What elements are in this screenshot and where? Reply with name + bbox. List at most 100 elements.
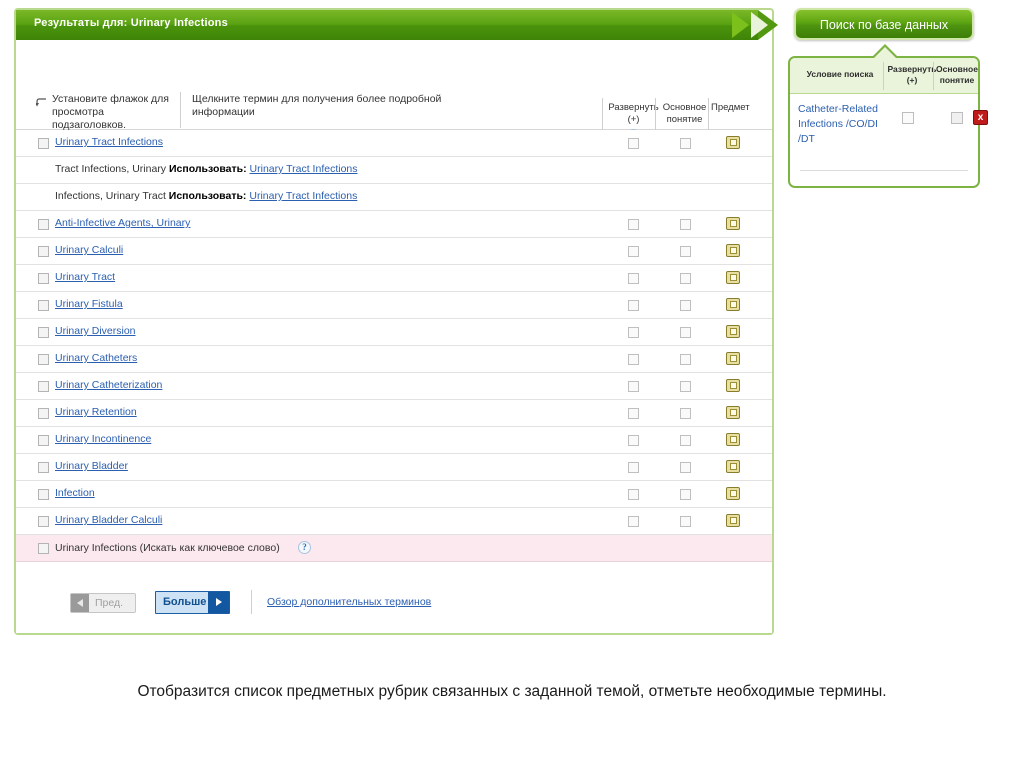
expand-checkbox[interactable] xyxy=(628,219,639,230)
scope-note-icon[interactable] xyxy=(726,352,740,365)
expand-checkbox[interactable] xyxy=(628,489,639,500)
scope-note-icon[interactable] xyxy=(726,271,740,284)
major-concept-checkbox[interactable] xyxy=(680,327,691,338)
term-link[interactable]: Urinary Fistula xyxy=(55,298,123,310)
row-checkbox[interactable] xyxy=(38,273,49,284)
term-link[interactable]: Urinary Catheterization xyxy=(55,379,162,391)
expand-checkbox[interactable] xyxy=(628,300,639,311)
term-link[interactable]: Urinary Incontinence xyxy=(55,433,151,445)
row-checkbox[interactable] xyxy=(38,246,49,257)
column-header-scope: Предмет xyxy=(711,102,750,113)
scope-note-icon[interactable] xyxy=(726,217,740,230)
row-checkbox[interactable] xyxy=(38,435,49,446)
scope-note-icon[interactable] xyxy=(726,433,740,446)
expand-column-header-label: Развернуть xyxy=(887,64,937,74)
row-checkbox[interactable] xyxy=(38,381,49,392)
scope-note-icon[interactable] xyxy=(726,487,740,500)
major-concept-checkbox[interactable] xyxy=(680,138,691,149)
expand-checkbox[interactable] xyxy=(628,516,639,527)
use-for-label: Использовать: xyxy=(168,163,247,175)
row-checkbox[interactable] xyxy=(38,138,49,149)
expand-checkbox[interactable] xyxy=(628,273,639,284)
scope-note-icon[interactable] xyxy=(726,406,740,419)
major-concept-checkbox[interactable] xyxy=(680,516,691,527)
term-link[interactable]: Anti-Infective Agents, Urinary xyxy=(55,217,190,229)
scope-note-icon[interactable] xyxy=(726,298,740,311)
column-header-expand-label: Развернуть xyxy=(608,102,659,113)
scope-note-icon[interactable] xyxy=(726,379,740,392)
expand-checkbox[interactable] xyxy=(628,381,639,392)
scope-note-icon[interactable] xyxy=(726,244,740,257)
row-checkbox[interactable] xyxy=(38,543,49,554)
callout-pointer-inner xyxy=(874,47,896,58)
scope-note-icon[interactable] xyxy=(726,325,740,338)
search-condition-header: Условие поиска Развернуть (+) Основное п… xyxy=(790,58,978,94)
condition-header-divider-1 xyxy=(883,62,884,90)
expand-checkbox[interactable] xyxy=(628,138,639,149)
condition-header-divider-2 xyxy=(933,62,934,90)
row-checkbox[interactable] xyxy=(38,354,49,365)
condition-expand-checkbox[interactable] xyxy=(902,112,914,124)
term-link[interactable]: Urinary Calculi xyxy=(55,244,123,256)
condition-bottom-divider xyxy=(800,170,968,171)
expand-checkbox[interactable] xyxy=(628,327,639,338)
term-link[interactable]: Urinary Catheters xyxy=(55,352,137,364)
expand-checkbox[interactable] xyxy=(628,246,639,257)
row-checkbox[interactable] xyxy=(38,462,49,473)
screenshot-root: Результаты для: Urinary Infections Устан… xyxy=(0,0,1024,767)
keyword-row-label: Urinary Infections (Искать как ключевое … xyxy=(55,542,280,554)
expand-checkbox[interactable] xyxy=(628,408,639,419)
major-concept-checkbox[interactable] xyxy=(680,246,691,257)
remove-condition-button[interactable]: x xyxy=(973,110,988,125)
use-for-link[interactable]: Urinary Tract Infections xyxy=(250,163,358,175)
use-for-text: Infections, Urinary Tract Использовать: … xyxy=(55,190,357,202)
use-for-row: Infections, Urinary Tract Использовать: … xyxy=(16,184,772,211)
major-column-header-label: Основное xyxy=(936,64,978,74)
major-concept-checkbox[interactable] xyxy=(680,462,691,473)
major-concept-checkbox[interactable] xyxy=(680,381,691,392)
expand-checkbox[interactable] xyxy=(628,435,639,446)
expand-checkbox[interactable] xyxy=(628,462,639,473)
major-concept-checkbox[interactable] xyxy=(680,489,691,500)
search-database-button[interactable]: Поиск по базе данных xyxy=(794,8,974,40)
major-concept-checkbox[interactable] xyxy=(680,435,691,446)
footer-divider xyxy=(251,590,252,614)
use-for-link[interactable]: Urinary Tract Infections xyxy=(249,190,357,202)
results-footer: Пред. Больше Обзор дополнительных термин… xyxy=(16,568,772,633)
term-link[interactable]: Urinary Bladder Calculi xyxy=(55,514,162,526)
major-concept-checkbox[interactable] xyxy=(680,219,691,230)
scope-note-icon[interactable] xyxy=(726,514,740,527)
row-checkbox[interactable] xyxy=(38,408,49,419)
term-link[interactable]: Urinary Retention xyxy=(55,406,137,418)
term-link[interactable]: Urinary Diversion xyxy=(55,325,136,337)
more-button[interactable]: Больше xyxy=(155,591,230,614)
table-row: Urinary Bladder xyxy=(16,454,772,481)
scope-note-icon[interactable] xyxy=(726,460,740,473)
major-concept-checkbox[interactable] xyxy=(680,273,691,284)
major-concept-checkbox[interactable] xyxy=(680,408,691,419)
keyword-help-icon[interactable]: ? xyxy=(298,541,311,554)
expand-column-header-sub: (+) xyxy=(906,75,918,85)
results-panel: Результаты для: Urinary Infections Устан… xyxy=(14,8,778,635)
expand-checkbox[interactable] xyxy=(628,354,639,365)
review-additional-terms-link[interactable]: Обзор дополнительных терминов xyxy=(267,596,431,608)
chevron-right-icon xyxy=(208,592,229,613)
previous-button[interactable]: Пред. xyxy=(70,593,136,613)
term-link[interactable]: Infection xyxy=(55,487,95,499)
term-link[interactable]: Urinary Tract Infections xyxy=(55,136,163,148)
row-checkbox[interactable] xyxy=(38,219,49,230)
search-condition-term[interactable]: Catheter-Related Infections /CO/DI /DT xyxy=(798,102,884,147)
row-checkbox[interactable] xyxy=(38,516,49,527)
term-link[interactable]: Urinary Tract xyxy=(55,271,115,283)
row-checkbox[interactable] xyxy=(38,327,49,338)
header-chevron-icon xyxy=(732,12,749,38)
table-row: Infection xyxy=(16,481,772,508)
row-checkbox[interactable] xyxy=(38,489,49,500)
major-concept-checkbox[interactable] xyxy=(680,300,691,311)
condition-major-checkbox[interactable] xyxy=(951,112,963,124)
row-checkbox[interactable] xyxy=(38,300,49,311)
major-concept-checkbox[interactable] xyxy=(680,354,691,365)
scope-note-icon[interactable] xyxy=(726,136,740,149)
term-link[interactable]: Urinary Bladder xyxy=(55,460,128,472)
curved-arrow-icon xyxy=(36,98,46,107)
